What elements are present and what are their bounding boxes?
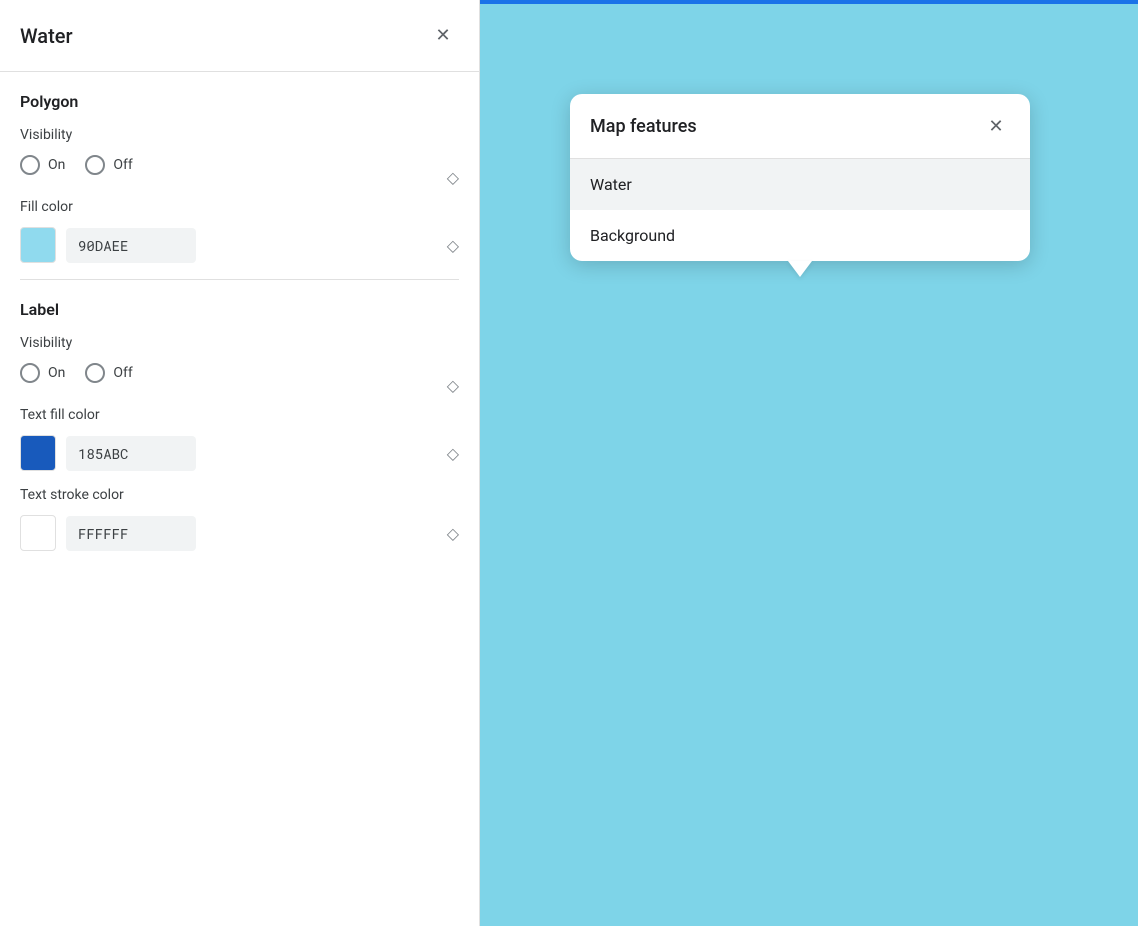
polygon-visibility-row: On Off ◇	[20, 155, 459, 199]
label-visibility-label: Visibility	[20, 335, 459, 351]
fill-color-row: ◇	[20, 227, 459, 263]
polygon-on-radio[interactable]	[20, 155, 40, 175]
panel-content: Polygon Visibility On Off ◇ Fill color	[0, 72, 479, 926]
polygon-off-radio[interactable]	[85, 155, 105, 175]
label-off-label: Off	[113, 365, 132, 381]
label-visibility-diamond-icon: ◇	[447, 376, 459, 395]
polygon-on-option[interactable]: On	[20, 155, 65, 175]
text-stroke-color-diamond-icon: ◇	[447, 524, 459, 543]
popup-item-water-label: Water	[590, 175, 632, 194]
close-button[interactable]: ✕	[427, 20, 459, 52]
panel-header: Water ✕	[0, 0, 479, 72]
polygon-visibility-diamond-icon: ◇	[447, 168, 459, 187]
polygon-visibility-group: On Off	[20, 155, 133, 175]
popup-item-background-label: Background	[590, 226, 675, 245]
text-stroke-color-label: Text stroke color	[20, 487, 459, 503]
text-fill-color-label: Text fill color	[20, 407, 459, 423]
popup-close-icon: ✕	[988, 116, 1003, 137]
polygon-visibility-label: Visibility	[20, 127, 459, 143]
fill-color-diamond-icon: ◇	[447, 236, 459, 255]
panel-title: Water	[20, 24, 73, 48]
text-fill-color-row: ◇	[20, 435, 459, 471]
close-icon: ✕	[435, 25, 450, 46]
text-fill-color-swatch[interactable]	[20, 435, 56, 471]
popup-header: Map features ✕	[570, 94, 1030, 159]
label-on-radio[interactable]	[20, 363, 40, 383]
map-panel: Map features ✕ Water Background	[480, 0, 1138, 926]
popup-close-button[interactable]: ✕	[982, 112, 1010, 140]
popup-item-background[interactable]: Background	[570, 210, 1030, 261]
text-stroke-color-row: ◇	[20, 515, 459, 551]
text-fill-color-input[interactable]	[66, 436, 196, 471]
section-divider	[20, 279, 459, 280]
label-section-title: Label	[20, 300, 459, 319]
polygon-on-label: On	[48, 157, 65, 173]
fill-color-swatch[interactable]	[20, 227, 56, 263]
label-on-option[interactable]: On	[20, 363, 65, 383]
label-section: Label Visibility On Off ◇ Text fill colo…	[20, 300, 459, 551]
map-features-popup: Map features ✕ Water Background	[570, 94, 1030, 261]
fill-color-label: Fill color	[20, 199, 459, 215]
polygon-off-label: Off	[113, 157, 132, 173]
label-on-label: On	[48, 365, 65, 381]
polygon-off-option[interactable]: Off	[85, 155, 132, 175]
label-visibility-group: On Off	[20, 363, 133, 383]
text-stroke-color-input[interactable]	[66, 516, 196, 551]
fill-color-input[interactable]	[66, 228, 196, 263]
polygon-section: Polygon Visibility On Off ◇ Fill color	[20, 92, 459, 263]
text-fill-color-diamond-icon: ◇	[447, 444, 459, 463]
polygon-section-title: Polygon	[20, 92, 459, 111]
label-off-option[interactable]: Off	[85, 363, 132, 383]
text-stroke-color-swatch[interactable]	[20, 515, 56, 551]
popup-title: Map features	[590, 116, 697, 137]
label-visibility-row: On Off ◇	[20, 363, 459, 407]
label-off-radio[interactable]	[85, 363, 105, 383]
popup-item-water[interactable]: Water	[570, 159, 1030, 210]
left-panel: Water ✕ Polygon Visibility On Off	[0, 0, 480, 926]
